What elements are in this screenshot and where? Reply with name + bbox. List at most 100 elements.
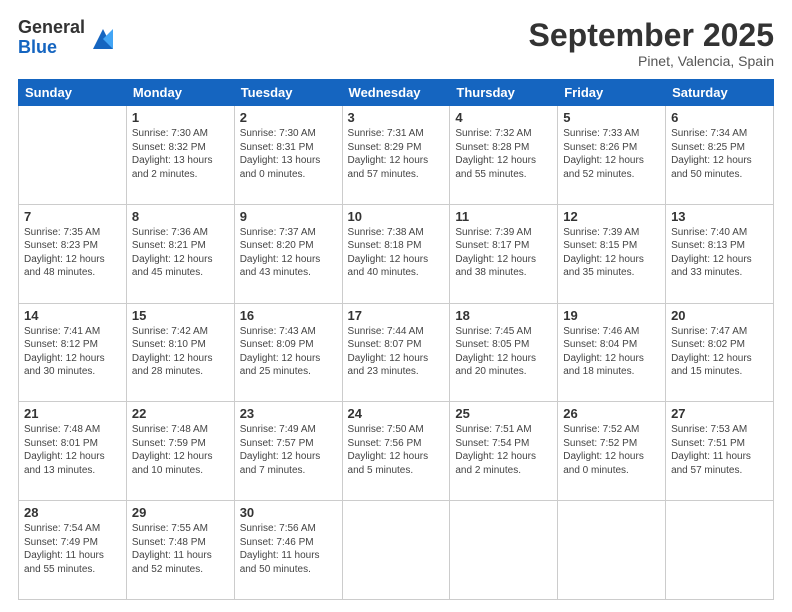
cell-info: Sunrise: 7:48 AM Sunset: 7:59 PM Dayligh… [132, 423, 229, 477]
calendar-table: Sunday Monday Tuesday Wednesday Thursday… [18, 79, 774, 600]
calendar-week-row: 21 Sunrise: 7:48 AM Sunset: 8:01 PM Dayli… [19, 402, 774, 501]
day-number: 9 [240, 209, 337, 224]
calendar-week-row: 14 Sunrise: 7:41 AM Sunset: 8:12 PM Dayli… [19, 303, 774, 402]
cell-info: Sunrise: 7:45 AM Sunset: 8:05 PM Dayligh… [455, 325, 552, 379]
day-number: 8 [132, 209, 229, 224]
logo-general: General [18, 18, 85, 38]
day-number: 25 [455, 406, 552, 421]
day-number: 20 [671, 308, 768, 323]
cell-info: Sunrise: 7:35 AM Sunset: 8:23 PM Dayligh… [24, 226, 121, 280]
page: General Blue September 2025 Pinet, Valen… [0, 0, 792, 612]
table-cell: 3Sunrise: 7:31 AM Sunset: 8:29 PM Daylig… [342, 106, 450, 205]
cell-info: Sunrise: 7:43 AM Sunset: 8:09 PM Dayligh… [240, 325, 337, 379]
table-cell: 26 Sunrise: 7:52 AM Sunset: 7:52 PM Dayli… [558, 402, 666, 501]
cell-info: Sunrise: 7:30 AM Sunset: 8:31 PM Dayligh… [240, 127, 337, 181]
day-number: 4 [455, 110, 552, 125]
table-cell: 21 Sunrise: 7:48 AM Sunset: 8:01 PM Dayli… [19, 402, 127, 501]
table-cell: 12Sunrise: 7:39 AM Sunset: 8:15 PM Dayli… [558, 204, 666, 303]
cell-info: Sunrise: 7:37 AM Sunset: 8:20 PM Dayligh… [240, 226, 337, 280]
cell-info: Sunrise: 7:46 AM Sunset: 8:04 PM Dayligh… [563, 325, 660, 379]
table-cell [558, 501, 666, 600]
cell-info: Sunrise: 7:48 AM Sunset: 8:01 PM Dayligh… [24, 423, 121, 477]
cell-info: Sunrise: 7:41 AM Sunset: 8:12 PM Dayligh… [24, 325, 121, 379]
cell-info: Sunrise: 7:44 AM Sunset: 8:07 PM Dayligh… [348, 325, 445, 379]
table-cell: 6 Sunrise: 7:34 AM Sunset: 8:25 PM Daylig… [666, 106, 774, 205]
day-number: 18 [455, 308, 552, 323]
table-cell: 15 Sunrise: 7:42 AM Sunset: 8:10 PM Dayli… [126, 303, 234, 402]
table-cell: 5 Sunrise: 7:33 AM Sunset: 8:26 PM Daylig… [558, 106, 666, 205]
table-cell: 24 Sunrise: 7:50 AM Sunset: 7:56 PM Dayli… [342, 402, 450, 501]
cell-info: Sunrise: 7:56 AM Sunset: 7:46 PM Dayligh… [240, 522, 337, 576]
logo: General Blue [18, 18, 117, 58]
cell-info: Sunrise: 7:54 AM Sunset: 7:49 PM Dayligh… [24, 522, 121, 576]
cell-info: Sunrise: 7:49 AM Sunset: 7:57 PM Dayligh… [240, 423, 337, 477]
col-saturday: Saturday [666, 80, 774, 106]
table-cell: 25 Sunrise: 7:51 AM Sunset: 7:54 PM Dayli… [450, 402, 558, 501]
day-number: 27 [671, 406, 768, 421]
cell-info: Sunrise: 7:50 AM Sunset: 7:56 PM Dayligh… [348, 423, 445, 477]
cell-info: Sunrise: 7:40 AM Sunset: 8:13 PM Dayligh… [671, 226, 768, 280]
col-tuesday: Tuesday [234, 80, 342, 106]
logo-icon [89, 25, 117, 53]
cell-info: Sunrise: 7:53 AM Sunset: 7:51 PM Dayligh… [671, 423, 768, 477]
table-cell: 19 Sunrise: 7:46 AM Sunset: 8:04 PM Dayli… [558, 303, 666, 402]
day-number: 30 [240, 505, 337, 520]
table-cell: 11Sunrise: 7:39 AM Sunset: 8:17 PM Dayli… [450, 204, 558, 303]
day-number: 24 [348, 406, 445, 421]
day-number: 10 [348, 209, 445, 224]
table-cell: 13 Sunrise: 7:40 AM Sunset: 8:13 PM Dayli… [666, 204, 774, 303]
day-number: 21 [24, 406, 121, 421]
table-cell: 10 Sunrise: 7:38 AM Sunset: 8:18 PM Dayli… [342, 204, 450, 303]
col-sunday: Sunday [19, 80, 127, 106]
table-cell: 30 Sunrise: 7:56 AM Sunset: 7:46 PM Dayli… [234, 501, 342, 600]
table-cell: 2 Sunrise: 7:30 AM Sunset: 8:31 PM Daylig… [234, 106, 342, 205]
day-number: 28 [24, 505, 121, 520]
day-number: 16 [240, 308, 337, 323]
table-cell: 4 Sunrise: 7:32 AM Sunset: 8:28 PM Daylig… [450, 106, 558, 205]
cell-info: Sunrise: 7:52 AM Sunset: 7:52 PM Dayligh… [563, 423, 660, 477]
cell-info: Sunrise: 7:34 AM Sunset: 8:25 PM Dayligh… [671, 127, 768, 181]
table-cell: 14 Sunrise: 7:41 AM Sunset: 8:12 PM Dayli… [19, 303, 127, 402]
calendar-week-row: 7 Sunrise: 7:35 AM Sunset: 8:23 PM Daylig… [19, 204, 774, 303]
cell-info: Sunrise: 7:32 AM Sunset: 8:28 PM Dayligh… [455, 127, 552, 181]
day-number: 19 [563, 308, 660, 323]
table-cell [666, 501, 774, 600]
day-number: 7 [24, 209, 121, 224]
table-cell: 22 Sunrise: 7:48 AM Sunset: 7:59 PM Dayli… [126, 402, 234, 501]
cell-info: Sunrise: 7:47 AM Sunset: 8:02 PM Dayligh… [671, 325, 768, 379]
day-number: 2 [240, 110, 337, 125]
table-cell: 9 Sunrise: 7:37 AM Sunset: 8:20 PM Daylig… [234, 204, 342, 303]
table-cell: 1Sunrise: 7:30 AM Sunset: 8:32 PM Daylig… [126, 106, 234, 205]
day-number: 14 [24, 308, 121, 323]
cell-info: Sunrise: 7:38 AM Sunset: 8:18 PM Dayligh… [348, 226, 445, 280]
table-cell: 29Sunrise: 7:55 AM Sunset: 7:48 PM Dayli… [126, 501, 234, 600]
cell-info: Sunrise: 7:30 AM Sunset: 8:32 PM Dayligh… [132, 127, 229, 181]
cell-info: Sunrise: 7:42 AM Sunset: 8:10 PM Dayligh… [132, 325, 229, 379]
day-number: 29 [132, 505, 229, 520]
cell-info: Sunrise: 7:36 AM Sunset: 8:21 PM Dayligh… [132, 226, 229, 280]
day-number: 11 [455, 209, 552, 224]
day-number: 12 [563, 209, 660, 224]
table-cell: 27 Sunrise: 7:53 AM Sunset: 7:51 PM Dayli… [666, 402, 774, 501]
day-number: 23 [240, 406, 337, 421]
day-number: 17 [348, 308, 445, 323]
day-number: 5 [563, 110, 660, 125]
cell-info: Sunrise: 7:51 AM Sunset: 7:54 PM Dayligh… [455, 423, 552, 477]
day-number: 6 [671, 110, 768, 125]
table-cell: 18 Sunrise: 7:45 AM Sunset: 8:05 PM Dayli… [450, 303, 558, 402]
logo-text: General Blue [18, 18, 85, 58]
day-number: 3 [348, 110, 445, 125]
day-number: 22 [132, 406, 229, 421]
table-cell [342, 501, 450, 600]
col-thursday: Thursday [450, 80, 558, 106]
table-cell: 28 Sunrise: 7:54 AM Sunset: 7:49 PM Dayli… [19, 501, 127, 600]
col-monday: Monday [126, 80, 234, 106]
table-cell [19, 106, 127, 205]
day-number: 13 [671, 209, 768, 224]
day-number: 26 [563, 406, 660, 421]
cell-info: Sunrise: 7:33 AM Sunset: 8:26 PM Dayligh… [563, 127, 660, 181]
day-number: 15 [132, 308, 229, 323]
month-title: September 2025 [529, 18, 774, 53]
calendar-header-row: Sunday Monday Tuesday Wednesday Thursday… [19, 80, 774, 106]
table-cell: 8 Sunrise: 7:36 AM Sunset: 8:21 PM Daylig… [126, 204, 234, 303]
